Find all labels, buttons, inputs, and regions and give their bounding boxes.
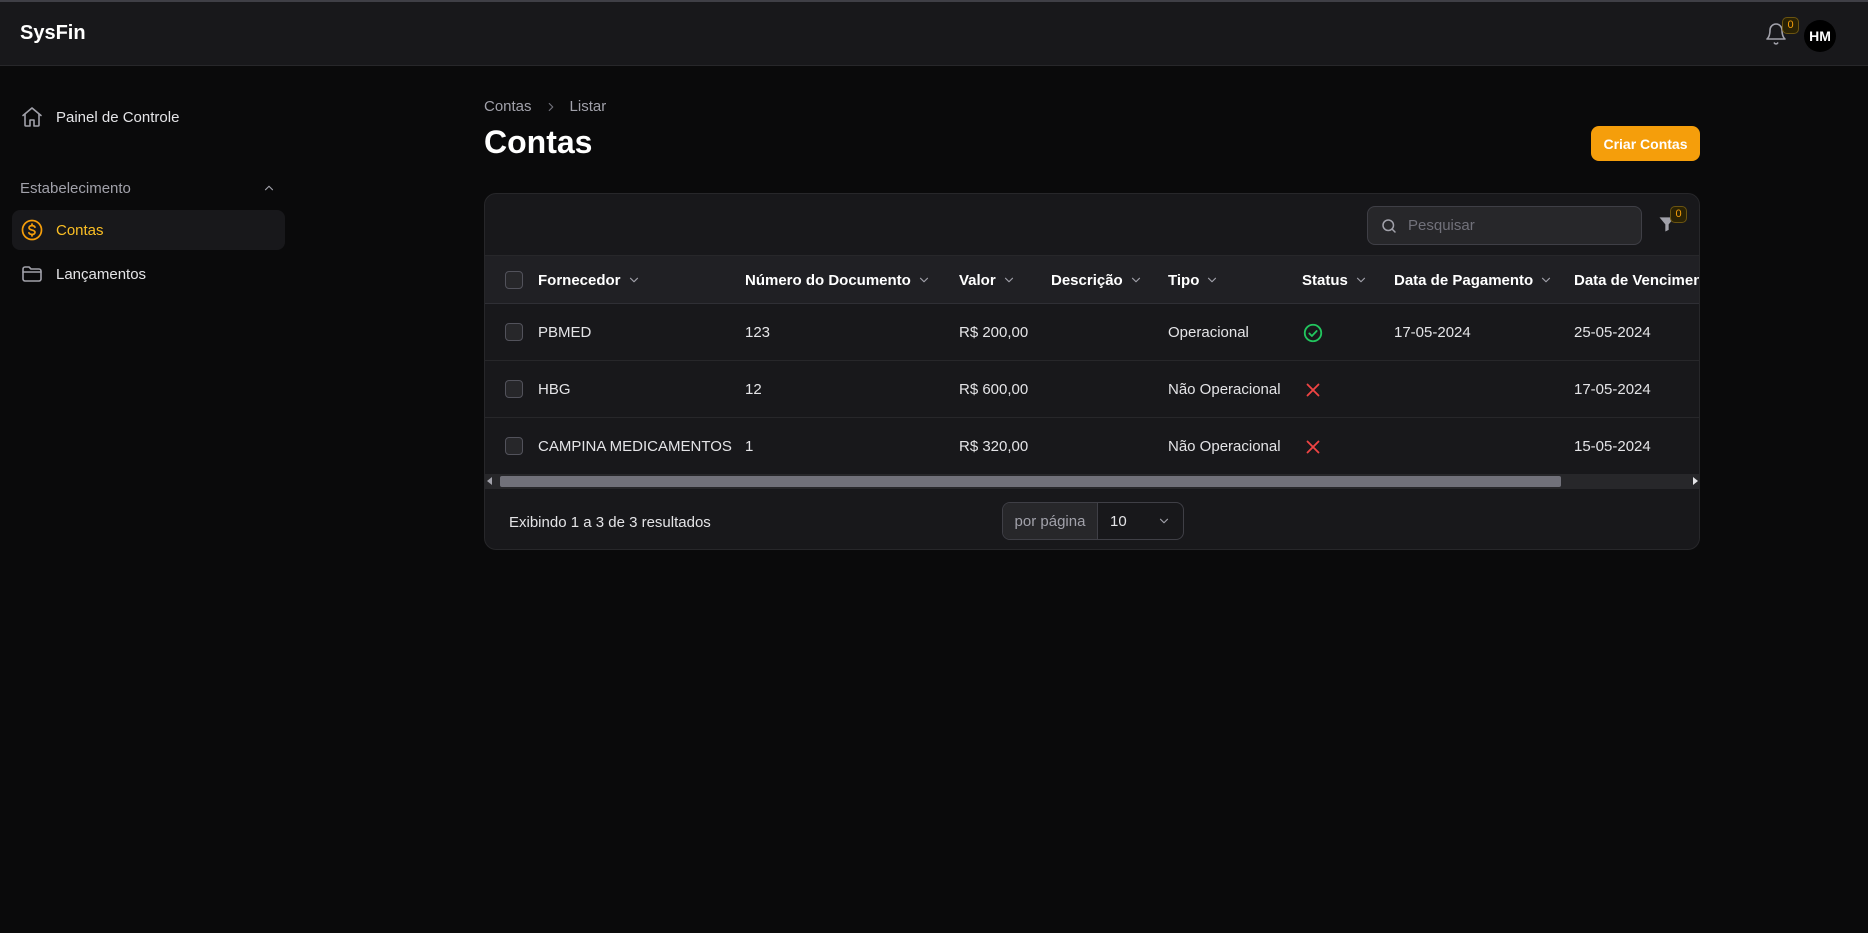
- pagination-summary: Exibindo 1 a 3 de 3 resultados: [509, 514, 711, 531]
- column-header-label: Descrição: [1051, 271, 1123, 289]
- search-icon: [1382, 218, 1396, 233]
- create-contas-button[interactable]: Criar Contas: [1591, 126, 1700, 161]
- column-header-data-pagamento[interactable]: Data de Pagamento: [1394, 256, 1553, 304]
- per-page-selector[interactable]: por página 10: [1002, 502, 1184, 540]
- chevron-down-icon: [1159, 518, 1169, 524]
- check-circle-icon: [1303, 323, 1323, 342]
- column-header-label: Data de Pagamento: [1394, 271, 1534, 289]
- search-field[interactable]: [1367, 206, 1642, 245]
- horizontal-scrollbar[interactable]: [485, 474, 1699, 489]
- cell-valor: R$ 200,00: [959, 324, 1029, 341]
- row-checkbox[interactable]: [505, 323, 523, 341]
- x-mark-icon: [1306, 440, 1320, 453]
- cell-tipo: Não Operacional: [1168, 381, 1281, 398]
- filter-button[interactable]: 0: [1657, 206, 1687, 236]
- breadcrumb: Contas Listar: [484, 98, 606, 115]
- table-header: Fornecedor Número do Documento Valor Des…: [485, 255, 1700, 304]
- sidebar-item-painel[interactable]: Painel de Controle: [12, 97, 285, 137]
- column-header-label: Fornecedor: [538, 271, 621, 289]
- sidebar-item-label: Contas: [56, 221, 104, 239]
- sidebar-item-contas[interactable]: Contas: [12, 210, 285, 250]
- column-header-numero-documento[interactable]: Número do Documento: [745, 256, 931, 304]
- row-checkbox[interactable]: [505, 437, 523, 455]
- cell-data-vencimento: 15-05-2024: [1574, 438, 1651, 455]
- table-row[interactable]: CAMPINA MEDICAMENTOS 1 R$ 320,00 Não Ope…: [485, 418, 1699, 475]
- table-row[interactable]: PBMED 123 R$ 200,00 Operacional 17-05-20…: [485, 304, 1699, 361]
- column-header-tipo[interactable]: Tipo: [1168, 256, 1219, 304]
- sidebar-group-label: Estabelecimento: [20, 179, 131, 197]
- top-bar: SysFin 0 HM: [0, 2, 1868, 66]
- per-page-select[interactable]: 10: [1098, 503, 1183, 539]
- column-header-label: Valor: [959, 271, 996, 289]
- scroll-right-icon[interactable]: [1693, 477, 1698, 485]
- chevron-down-icon: [1131, 277, 1140, 283]
- scrollbar-thumb[interactable]: [500, 476, 1561, 487]
- cell-status: [1302, 418, 1324, 475]
- cell-fornecedor: PBMED: [538, 324, 592, 341]
- column-header-fornecedor[interactable]: Fornecedor: [538, 256, 641, 304]
- cell-status: [1302, 304, 1324, 361]
- cell-documento: 12: [745, 381, 762, 398]
- dollar-circle-icon: [20, 218, 44, 242]
- search-input[interactable]: [1408, 217, 1628, 234]
- cell-valor: R$ 600,00: [959, 381, 1029, 398]
- user-avatar[interactable]: HM: [1804, 20, 1836, 52]
- sidebar-item-label: Painel de Controle: [56, 108, 180, 126]
- brand-logo[interactable]: SysFin: [20, 22, 86, 45]
- sidebar-item-lancamentos[interactable]: Lançamentos: [12, 254, 285, 294]
- chevron-down-icon: [1542, 277, 1551, 283]
- cell-tipo: Não Operacional: [1168, 438, 1281, 455]
- notifications-button[interactable]: 0: [1764, 17, 1799, 46]
- select-all-checkbox[interactable]: [505, 271, 523, 289]
- column-header-label: Data de Venciment: [1574, 271, 1700, 289]
- chevron-down-icon: [919, 277, 928, 283]
- sidebar: Painel de Controle Estabelecimento Conta…: [0, 66, 300, 933]
- sidebar-group-estabelecimento[interactable]: Estabelecimento: [20, 176, 276, 200]
- sidebar-item-label: Lançamentos: [56, 265, 147, 283]
- page-title: Contas: [484, 124, 593, 160]
- chevron-right-icon: [548, 102, 553, 111]
- cell-fornecedor: HBG: [538, 381, 571, 398]
- chevron-down-icon: [1208, 277, 1217, 283]
- chevron-down-icon: [1356, 277, 1365, 283]
- folder-icon: [20, 262, 44, 286]
- cell-valor: R$ 320,00: [959, 438, 1029, 455]
- x-mark-icon: [1306, 383, 1320, 396]
- chevron-down-icon: [629, 277, 638, 283]
- scroll-left-icon[interactable]: [487, 477, 492, 485]
- chevron-down-icon: [1004, 277, 1013, 283]
- chevron-up-icon: [264, 185, 274, 191]
- column-header-descricao[interactable]: Descrição: [1051, 256, 1143, 304]
- cell-tipo: Operacional: [1168, 324, 1249, 341]
- cell-data-vencimento: 25-05-2024: [1574, 324, 1651, 341]
- column-header-label: Status: [1302, 271, 1348, 289]
- filter-count-badge: 0: [1670, 206, 1687, 223]
- breadcrumb-current: Listar: [569, 98, 607, 115]
- column-header-label: Número do Documento: [745, 271, 911, 289]
- cell-fornecedor: CAMPINA MEDICAMENTOS: [538, 438, 732, 455]
- per-page-label: por página: [1003, 503, 1098, 539]
- cell-documento: 123: [745, 324, 771, 341]
- column-header-status[interactable]: Status: [1302, 256, 1368, 304]
- notifications-badge: 0: [1782, 17, 1799, 34]
- cell-documento: 1: [745, 438, 754, 455]
- cell-status: [1302, 361, 1324, 418]
- breadcrumb-root-link[interactable]: Contas: [484, 98, 532, 115]
- cell-data-pagamento: 17-05-2024: [1394, 324, 1471, 341]
- row-checkbox[interactable]: [505, 380, 523, 398]
- column-header-label: Tipo: [1168, 271, 1200, 289]
- column-header-data-vencimento[interactable]: Data de Venciment: [1574, 256, 1700, 304]
- home-icon: [20, 105, 44, 129]
- table-row[interactable]: HBG 12 R$ 600,00 Não Operacional 17-05-2…: [485, 361, 1699, 418]
- cell-data-vencimento: 17-05-2024: [1574, 381, 1651, 398]
- table-card: 0 Fornecedor Número do Documento Valor D…: [484, 193, 1700, 550]
- per-page-value: 10: [1110, 512, 1127, 530]
- column-header-valor[interactable]: Valor: [959, 256, 1016, 304]
